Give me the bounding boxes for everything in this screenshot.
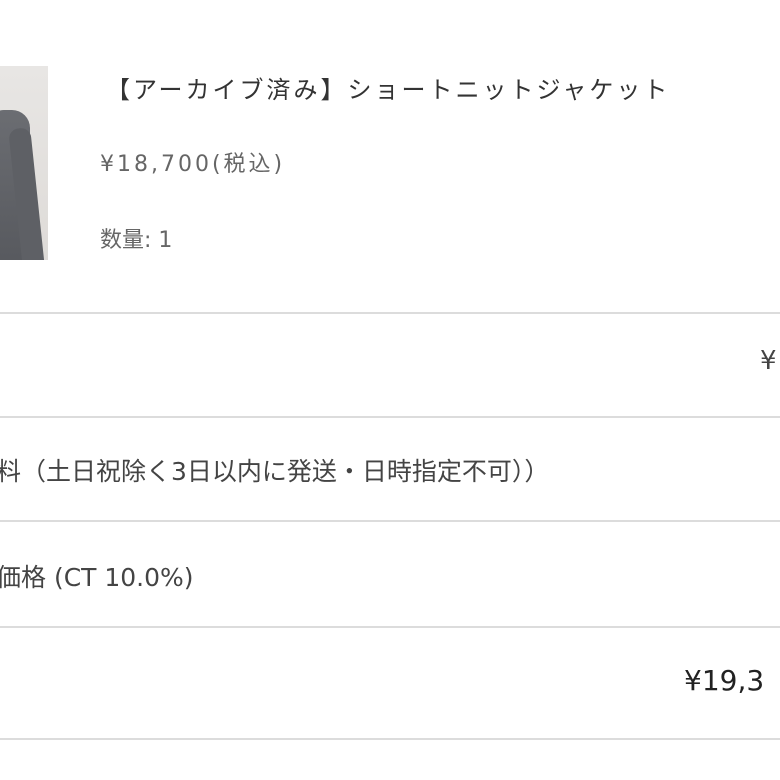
product-title[interactable]: 【アーカイブ済み】ショートニットジャケット [106,70,670,105]
tax-label: 価格 (CT 10.0%) [0,563,194,592]
divider-bottom [0,738,780,740]
product-quantity: 数量: 1 [100,228,173,253]
subtotal-value: ¥ [760,346,777,376]
divider-subtotal [0,416,780,418]
product-thumbnail[interactable] [0,66,48,260]
divider-tax [0,626,780,628]
divider-top [0,312,780,314]
total-value: ¥19,3 [684,664,765,697]
shipping-label: 料（土日祝除く3日以内に発送・日時指定不可）） [0,457,550,486]
product-price: ¥18,700(税込) [100,152,286,177]
divider-shipping [0,520,780,522]
